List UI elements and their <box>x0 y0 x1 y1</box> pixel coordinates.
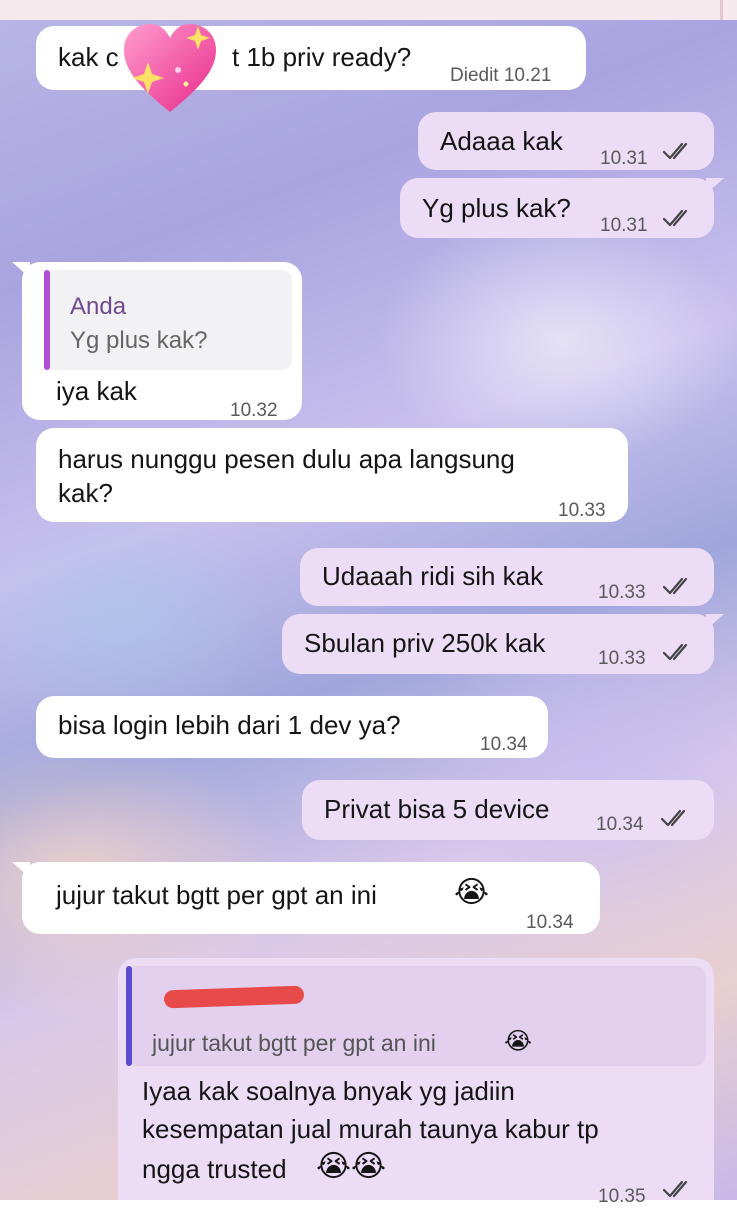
crying-emoji: 😭 <box>504 1027 533 1055</box>
double-check-icon <box>662 643 688 661</box>
message-time: Diedit 10.21 <box>450 65 552 86</box>
quote-author: Anda <box>70 293 127 320</box>
message-incoming-4[interactable]: Anda Yg plus kak? iya kak 10.32 <box>12 262 302 421</box>
status-strip <box>0 0 737 20</box>
message-time: 10.35 <box>598 1186 646 1207</box>
message-text-line: Iyaa kak soalnya bnyak yg jadiin <box>142 1076 515 1106</box>
double-check-icon <box>662 142 688 160</box>
redaction-mark <box>163 985 305 1009</box>
message-text: bisa login lebih dari 1 dev ya? <box>58 710 401 740</box>
double-check-icon <box>660 809 686 827</box>
bubble-tail <box>12 862 30 878</box>
message-text: jujur takut bgtt per gpt an ini <box>56 880 377 910</box>
message-time: 10.31 <box>600 148 648 169</box>
bubble-tail <box>706 614 724 630</box>
message-outgoing-2[interactable]: Adaaa kak 10.31 <box>418 112 714 170</box>
double-check-icon <box>662 1180 688 1198</box>
message-outgoing-6[interactable]: Udaaah ridi sih kak 10.33 <box>300 548 714 606</box>
message-time: 10.32 <box>230 400 278 421</box>
quote-text: Yg plus kak? <box>70 327 208 354</box>
crying-emoji: 😭😭 <box>316 1149 387 1184</box>
message-outgoing-3[interactable]: Yg plus kak? 10.31 <box>400 178 724 238</box>
double-check-icon <box>662 577 688 595</box>
reply-quote[interactable]: jujur takut bgtt per gpt an ini 😭 <box>126 966 706 1066</box>
crying-emoji: 😭 <box>454 875 490 910</box>
message-text: iya kak <box>56 376 137 406</box>
message-text-line: kesempatan jual murah taunya kabur tp <box>142 1114 599 1144</box>
bubble-tail <box>12 262 30 278</box>
message-text-line: ngga trusted <box>142 1154 287 1184</box>
message-text: Yg plus kak? <box>422 193 571 223</box>
message-time: 10.33 <box>598 648 646 669</box>
message-incoming-1[interactable]: kak c t 1b priv ready? Diedit 10.21 <box>36 26 586 90</box>
message-text-part: t 1b priv ready? <box>232 42 412 72</box>
message-text: Udaaah ridi sih kak <box>322 561 544 591</box>
message-outgoing-7[interactable]: Sbulan priv 250k kak 10.33 <box>282 614 724 674</box>
quote-bar <box>44 270 50 370</box>
message-text: Adaaa kak <box>440 126 563 156</box>
message-text: Sbulan priv 250k kak <box>304 628 546 658</box>
message-time: 10.34 <box>596 814 644 835</box>
message-text-part: kak c <box>58 42 119 72</box>
message-text-line: harus nunggu pesen dulu apa langsung <box>58 444 515 474</box>
quote-text: jujur takut bgtt per gpt an ini <box>152 1030 436 1056</box>
message-time: 10.34 <box>526 912 574 933</box>
message-outgoing-11[interactable]: jujur takut bgtt per gpt an ini 😭 Iyaa k… <box>118 958 714 1207</box>
message-time: 10.31 <box>600 215 648 236</box>
message-time: 10.33 <box>598 582 646 603</box>
message-text: Privat bisa 5 device <box>324 794 550 824</box>
message-time: 10.33 <box>558 500 606 521</box>
status-strip-edge <box>720 0 723 20</box>
message-incoming-10[interactable]: jujur takut bgtt per gpt an ini 😭 10.34 <box>12 862 600 934</box>
message-outgoing-9[interactable]: Privat bisa 5 device 10.34 <box>302 780 714 840</box>
sparkling-heart-icon <box>120 22 220 116</box>
message-incoming-8[interactable]: bisa login lebih dari 1 dev ya? 10.34 <box>36 696 548 758</box>
reply-quote[interactable]: Anda Yg plus kak? <box>44 270 292 370</box>
quote-bar <box>126 966 132 1066</box>
message-incoming-5[interactable]: harus nunggu pesen dulu apa langsung kak… <box>36 428 628 522</box>
message-time: 10.34 <box>480 734 528 755</box>
double-check-icon <box>662 209 688 227</box>
bubble-tail <box>706 178 724 194</box>
message-text-line: kak? <box>58 478 113 508</box>
